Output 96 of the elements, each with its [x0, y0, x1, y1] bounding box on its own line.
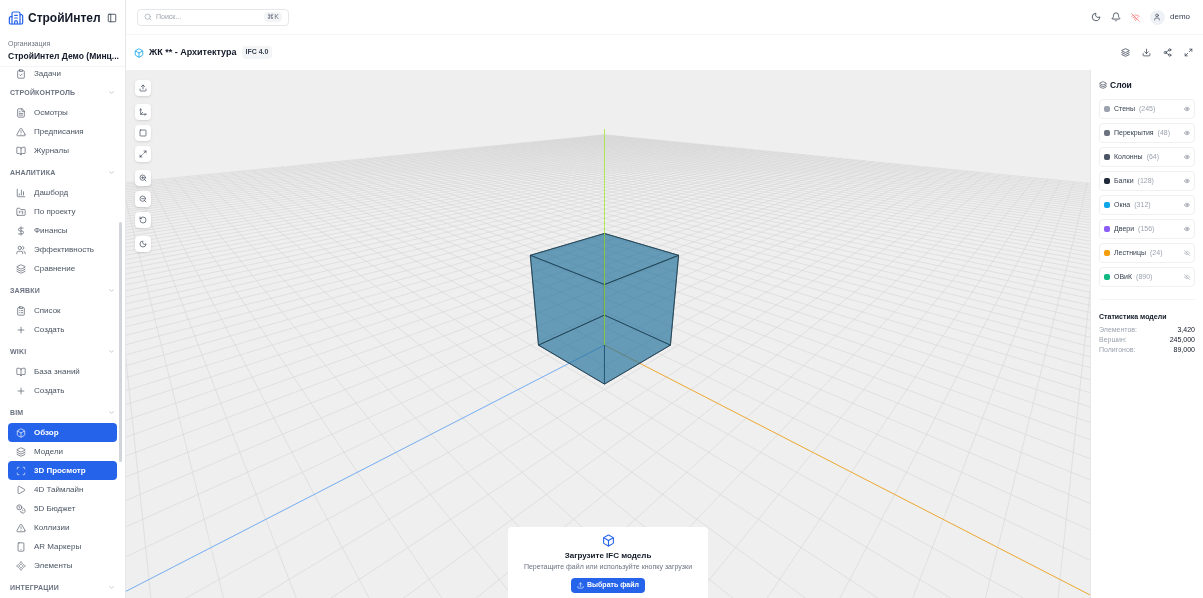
layers-icon[interactable]: [1121, 48, 1130, 57]
eye-off-icon[interactable]: [1184, 273, 1190, 280]
scan-icon: [16, 465, 26, 476]
upload-title: Загрузите IFC модель: [564, 550, 652, 562]
organization-name[interactable]: СтройИнтел Демо (Минц...: [8, 49, 117, 63]
warning-icon: [16, 522, 26, 533]
app-name: СтройИнтел: [28, 9, 101, 27]
plus-icon: [16, 385, 26, 396]
scrollbar-thumb[interactable]: [119, 222, 122, 462]
chevron-down-icon[interactable]: [108, 287, 115, 295]
chevron-down-icon[interactable]: [108, 409, 115, 417]
sidebar-item[interactable]: Модели: [8, 442, 117, 462]
square-icon: [139, 129, 147, 137]
eye-icon[interactable]: [1184, 129, 1190, 136]
chevron-down-icon[interactable]: [108, 169, 115, 177]
rotate-icon: [139, 216, 147, 224]
sidebar-item[interactable]: 3D Просмотр: [8, 461, 117, 481]
book-icon: [16, 366, 26, 377]
sidebar-item[interactable]: Элементы: [8, 556, 117, 576]
sidebar-item[interactable]: Сравнение: [8, 259, 117, 279]
warning-icon: [16, 126, 26, 137]
layers-icon: [16, 263, 26, 274]
cube-icon: [16, 427, 26, 438]
viewer-tool-button[interactable]: [135, 170, 151, 186]
sidebar-item[interactable]: Эффективность: [8, 240, 117, 260]
zoom-out-icon: [139, 195, 147, 203]
building-logo-icon: [8, 9, 24, 26]
sidebar-item[interactable]: Обзор: [8, 423, 117, 443]
sidebar-item[interactable]: База знаний: [8, 362, 117, 382]
folder-icon: [16, 206, 26, 217]
component-icon: [16, 560, 26, 571]
search-icon: [144, 13, 152, 21]
eye-icon[interactable]: [1184, 225, 1190, 232]
sidebar-item[interactable]: Дашборд: [8, 183, 117, 203]
chevron-down-icon[interactable]: [108, 348, 115, 356]
user-avatar[interactable]: [1150, 9, 1165, 25]
axes-icon: [139, 108, 147, 116]
eye-off-icon[interactable]: [1184, 249, 1190, 256]
users-icon: [16, 244, 26, 255]
book-icon: [16, 145, 26, 156]
sidebar-item[interactable]: Задачи: [8, 68, 117, 81]
layers-icon: [16, 446, 26, 457]
sidebar-item[interactable]: Создать: [8, 381, 117, 401]
viewer-tool-button[interactable]: [135, 80, 151, 96]
eye-icon[interactable]: [1184, 105, 1190, 112]
layers-title: Слои: [1110, 79, 1132, 92]
cube-icon: [134, 47, 144, 58]
plus-icon: [16, 324, 26, 335]
theme-toggle-icon[interactable]: [1091, 12, 1101, 22]
user-icon: [1153, 13, 1162, 21]
sidebar-item[interactable]: Финансы: [8, 221, 117, 241]
bar-chart-icon: [16, 187, 26, 198]
moon-icon: [139, 240, 147, 248]
fullscreen-icon[interactable]: [1184, 48, 1193, 57]
dollar-icon: [16, 225, 26, 236]
sidebar-toggle-icon[interactable]: [107, 12, 117, 23]
document-icon: [16, 107, 26, 118]
phone-icon: [16, 541, 26, 552]
upload-icon: [577, 581, 584, 589]
coins-icon: [16, 503, 26, 514]
sidebar-item[interactable]: Предписания: [8, 122, 117, 142]
model-title: ЖК ** - Архитектура: [149, 45, 237, 59]
viewer-tool-button[interactable]: [135, 125, 151, 141]
viewer-tool-button[interactable]: [135, 236, 151, 252]
user-name[interactable]: demo: [1170, 11, 1190, 23]
chevron-down-icon[interactable]: [108, 89, 115, 97]
zoom-in-icon: [139, 174, 147, 182]
sidebar-item[interactable]: Коллизии: [8, 518, 117, 538]
sidebar-item[interactable]: По проекту: [8, 202, 117, 222]
cube-drawing[interactable]: [529, 233, 679, 385]
download-icon[interactable]: [1142, 48, 1151, 57]
eye-icon[interactable]: [1184, 177, 1190, 184]
sidebar-item[interactable]: 5D Бюджет: [8, 499, 117, 519]
eye-icon[interactable]: [1184, 201, 1190, 208]
viewer-tool-button[interactable]: [135, 191, 151, 207]
viewer-tool-button[interactable]: [135, 146, 151, 162]
sidebar-item[interactable]: Создать: [8, 320, 117, 340]
notifications-icon[interactable]: [1111, 12, 1121, 22]
sidebar-item[interactable]: AR Маркеры: [8, 537, 117, 557]
viewer-tool-button[interactable]: [135, 104, 151, 120]
viewer-tool-button[interactable]: [135, 212, 151, 228]
cube-icon: [601, 534, 615, 547]
upload-icon: [139, 84, 147, 92]
layers-icon: [1099, 81, 1107, 90]
offline-icon: [1131, 12, 1140, 22]
sidebar-item[interactable]: Список: [8, 301, 117, 321]
sidebar-item[interactable]: Осмотры: [8, 103, 117, 123]
checklist-icon: [16, 69, 26, 80]
clipboard-icon: [16, 305, 26, 316]
share-icon[interactable]: [1163, 48, 1172, 57]
eye-icon[interactable]: [1184, 153, 1190, 160]
sidebar-item[interactable]: 4D Таймлайн: [8, 480, 117, 500]
play-icon: [16, 484, 26, 495]
expand-icon: [139, 150, 147, 158]
sidebar-item[interactable]: Журналы: [8, 141, 117, 161]
chevron-down-icon[interactable]: [108, 584, 115, 592]
